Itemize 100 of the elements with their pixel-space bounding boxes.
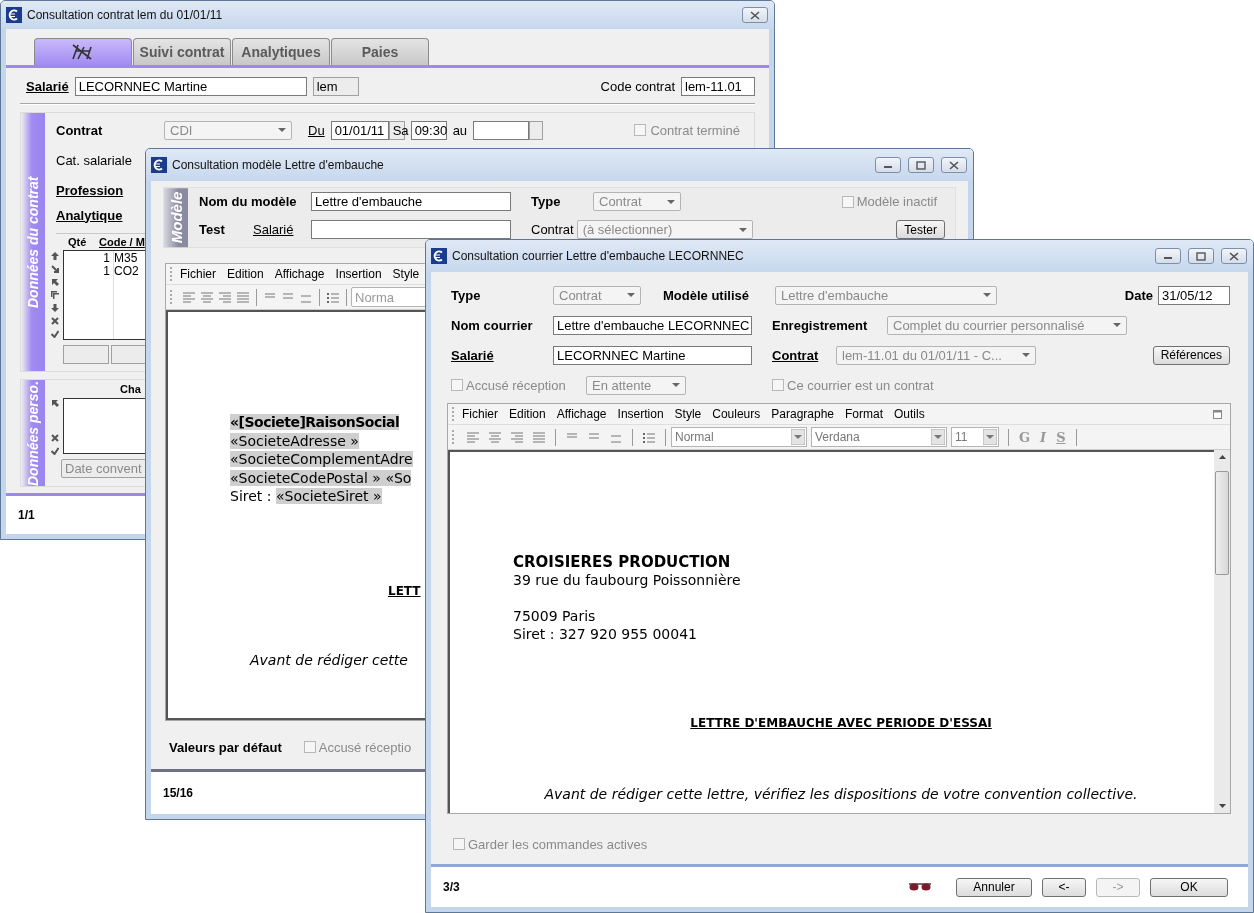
check-icon[interactable] (51, 330, 59, 338)
arrow-icon[interactable] (51, 265, 59, 273)
date-field[interactable]: 31/05/12 (1158, 285, 1230, 305)
menu-item[interactable]: Style (392, 267, 420, 282)
tab[interactable]: Paies (331, 38, 429, 65)
model-name-field[interactable]: Lettre d'embauche (311, 192, 511, 211)
minimize-button[interactable] (1155, 248, 1181, 264)
menu-item[interactable]: Outils (894, 407, 925, 421)
delete-icon[interactable] (51, 317, 59, 325)
caret-icon (931, 429, 945, 445)
list-icon[interactable] (327, 291, 339, 303)
scroll-down-icon[interactable] (1218, 804, 1226, 809)
menu-item[interactable]: Couleurs (712, 407, 761, 421)
align-left-icon[interactable] (183, 291, 195, 303)
contract-code-field[interactable]: lem-11.01 (681, 77, 755, 96)
align-center-icon[interactable] (201, 291, 213, 303)
align-right-icon[interactable] (511, 431, 523, 443)
document-line: 39 rue du faubourg Poissonnière (513, 571, 742, 589)
pointer-icon[interactable] (51, 278, 59, 286)
menu-item[interactable]: Fichier (462, 407, 498, 421)
arrow-down-icon[interactable] (51, 304, 59, 312)
letter-name-field[interactable]: Lettre d'embauche LECORNNEC (553, 315, 752, 335)
size-dropdown[interactable]: 11 (951, 427, 999, 447)
record-counter: 15/16 (163, 786, 194, 800)
font-dropdown[interactable]: Verdana (811, 427, 947, 447)
document-line: Siret : 327 920 955 00041 (513, 625, 698, 643)
employee-field[interactable]: LECORNNEC Martine (553, 345, 752, 365)
employee-field[interactable]: LECORNNEC Martine (74, 77, 307, 96)
record-counter: 3/3 (443, 880, 460, 894)
scrollbar[interactable] (1214, 450, 1230, 814)
menu-item[interactable]: Format (845, 407, 884, 421)
tab[interactable] (34, 38, 132, 65)
maximize-button[interactable] (1188, 248, 1214, 264)
field-label: Nom du modèle (199, 194, 298, 209)
stack-icon[interactable] (51, 291, 59, 299)
checkbox[interactable] (453, 838, 465, 851)
menu-item[interactable]: Affichage (274, 267, 325, 282)
checkbox[interactable] (772, 379, 784, 391)
menu-item[interactable]: Insertion (335, 267, 382, 282)
delete-icon[interactable] (51, 434, 59, 442)
close-button[interactable] (1221, 248, 1247, 264)
employee-field[interactable] (311, 220, 511, 239)
menu-item[interactable]: Style (674, 407, 702, 421)
pointer-icon[interactable] (51, 399, 59, 407)
app-logo-icon (151, 157, 167, 173)
close-icon (949, 160, 959, 170)
field-label: Valeurs par défaut (169, 739, 282, 755)
date-field[interactable]: 01/01/11 (330, 120, 389, 140)
contract-link[interactable]: Contrat (772, 347, 836, 363)
column-header[interactable]: Code / M (99, 236, 145, 248)
checkbox-label: Modèle inactif (856, 194, 937, 209)
maximize-icon (1196, 251, 1206, 261)
employee-link[interactable]: Salarié (451, 347, 553, 363)
end-day-field (529, 120, 544, 140)
employee-link[interactable]: Salarié (253, 222, 311, 237)
scroll-thumb[interactable] (1215, 471, 1229, 575)
menu-item[interactable]: Affichage (556, 407, 607, 421)
footer-button[interactable]: <- (1042, 877, 1086, 897)
checkbox[interactable] (841, 195, 854, 208)
caret-icon (983, 293, 991, 297)
menu-item[interactable]: Fichier (180, 267, 216, 282)
align-left-icon[interactable] (467, 431, 479, 443)
start-link[interactable]: Du (308, 122, 325, 138)
maximize-button[interactable] (908, 157, 934, 173)
field-link[interactable]: Analytique (56, 207, 123, 223)
justify-icon[interactable] (533, 431, 545, 443)
checkbox-label: Garder les commandes actives (468, 836, 648, 852)
checkbox[interactable] (451, 379, 463, 391)
style-dropdown[interactable]: Normal (671, 427, 807, 447)
checkbox-label: Contrat terminé (650, 122, 740, 138)
align-center-icon[interactable] (489, 431, 501, 443)
arrow-up-icon[interactable] (51, 252, 59, 260)
list-icon[interactable] (643, 431, 655, 443)
close-button[interactable] (742, 7, 768, 23)
menu-item[interactable]: Edition (227, 267, 264, 282)
minimize-button[interactable] (875, 157, 901, 173)
field-label: au (452, 122, 468, 138)
test-button[interactable]: Tester (896, 220, 945, 239)
end-date-field[interactable] (473, 120, 530, 140)
scroll-up-icon[interactable] (1218, 455, 1226, 459)
references-button[interactable]: Références (1152, 345, 1230, 365)
glasses-icon[interactable] (908, 882, 932, 892)
menu-item[interactable]: Paragraphe (771, 407, 834, 421)
menu-item[interactable]: Insertion (617, 407, 664, 421)
employee-link[interactable]: Salarié (26, 79, 69, 94)
align-right-icon[interactable] (219, 291, 231, 303)
caret-icon (672, 383, 680, 387)
checkbox[interactable] (303, 741, 316, 754)
footer-button[interactable]: OK (1150, 877, 1228, 897)
tab[interactable]: Suivi contrat (133, 38, 231, 65)
checkbox[interactable] (634, 124, 647, 136)
maximize-icon[interactable] (1213, 409, 1222, 419)
tab[interactable]: Analytiques (232, 38, 330, 65)
footer-button[interactable]: Annuler (956, 877, 1032, 897)
field-link[interactable]: Profession (56, 182, 124, 198)
close-button[interactable] (941, 157, 967, 173)
menu-item[interactable]: Edition (509, 407, 546, 421)
justify-icon[interactable] (237, 291, 249, 303)
time-field[interactable]: 09:30 (410, 120, 447, 140)
check-icon[interactable] (51, 447, 59, 455)
